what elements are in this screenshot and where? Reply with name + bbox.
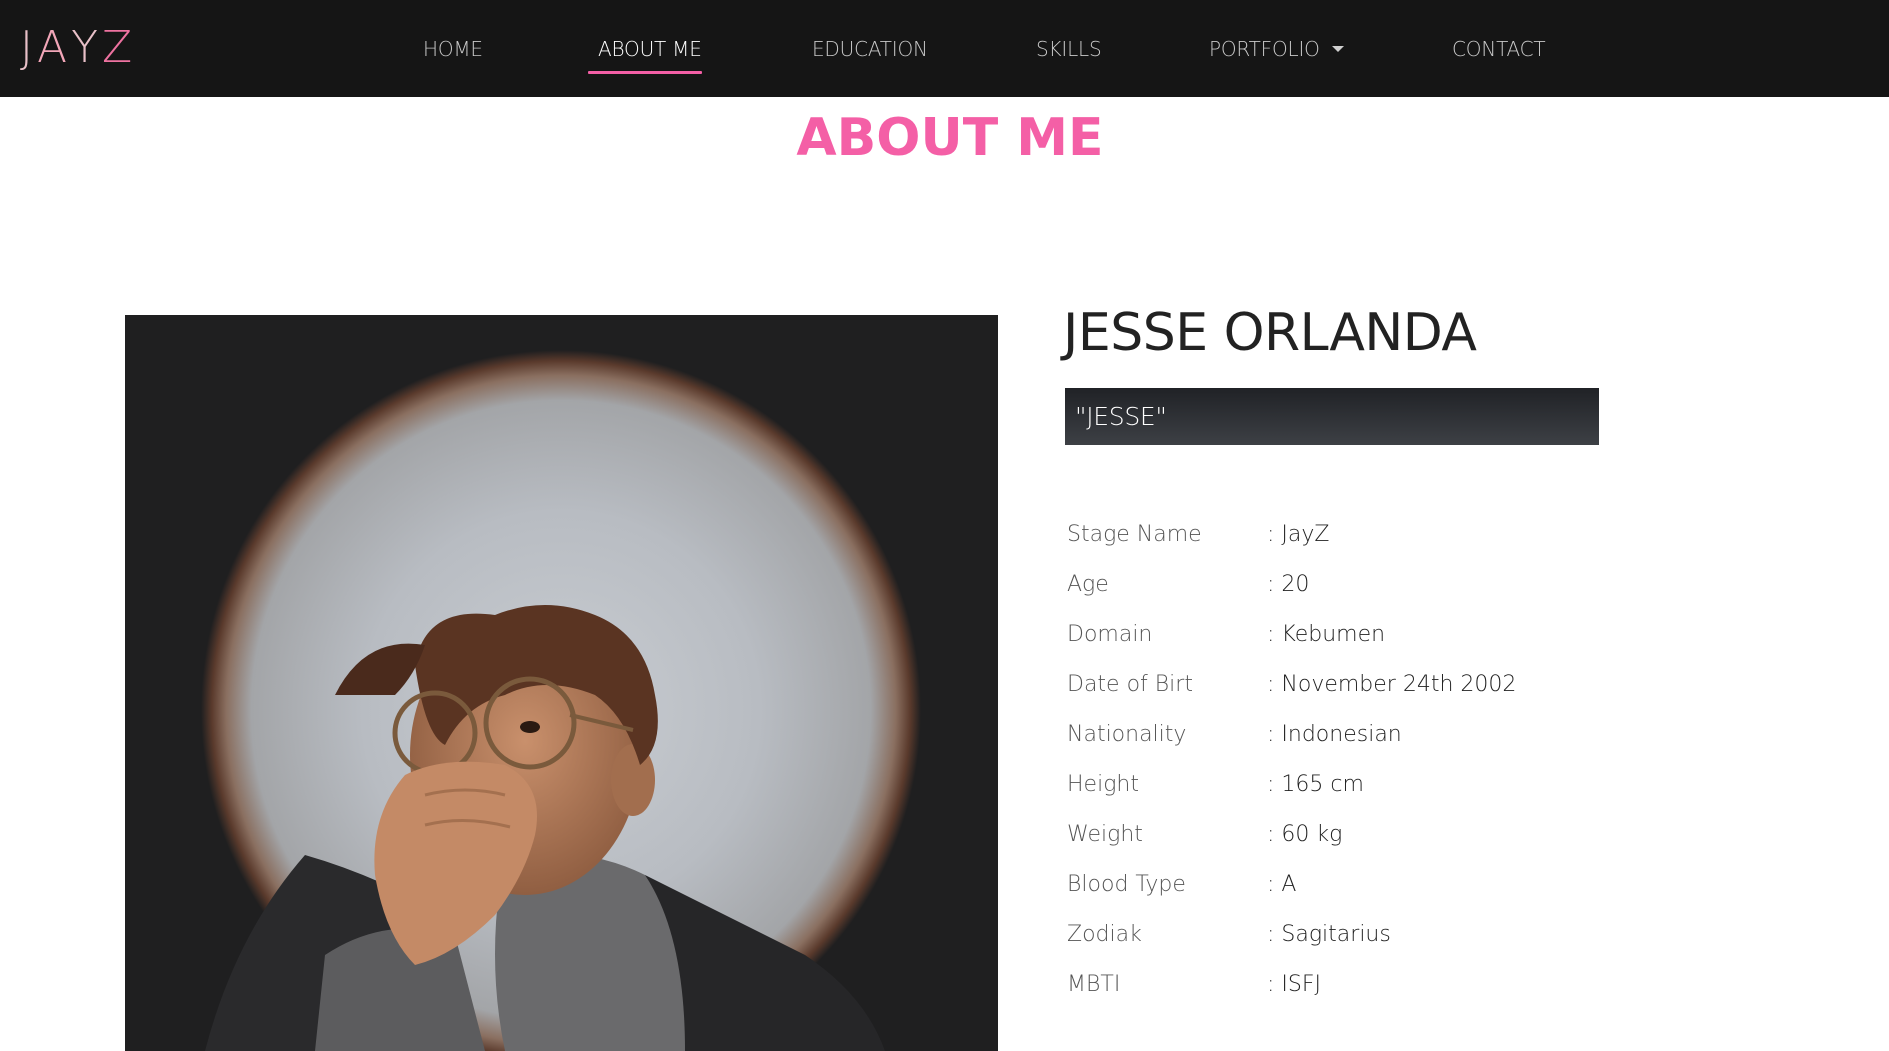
detail-value: : Indonesian bbox=[1267, 721, 1402, 747]
caret-down-icon bbox=[1331, 46, 1344, 52]
detail-value: : Kebumen bbox=[1267, 621, 1386, 647]
logo-letter-y: Y bbox=[71, 21, 100, 73]
brand-logo[interactable]: JAYZ bbox=[20, 21, 135, 73]
detail-row: MBTI : ISFJ bbox=[1067, 964, 1321, 1004]
logo-letter-a: A bbox=[36, 21, 70, 73]
detail-label: Domain bbox=[1067, 621, 1153, 647]
detail-label: Height bbox=[1067, 771, 1139, 797]
nav-skills[interactable]: SKILLS bbox=[1036, 28, 1102, 70]
nav-about-me[interactable]: ABOUT ME bbox=[598, 28, 702, 70]
detail-value: : ISFJ bbox=[1267, 971, 1322, 997]
top-navbar: JAYZ HOME ABOUT ME EDUCATION SKILLS PORT… bbox=[0, 0, 1889, 97]
detail-value: : November 24th 2002 bbox=[1267, 671, 1517, 697]
detail-label: Age bbox=[1067, 571, 1109, 597]
detail-row: Zodiak : Sagitarius bbox=[1067, 914, 1391, 954]
detail-label: Blood Type bbox=[1067, 871, 1186, 897]
nav-portfolio-dropdown[interactable]: PORTFOLIO bbox=[1209, 28, 1344, 70]
detail-row: Nationality : Indonesian bbox=[1067, 714, 1402, 754]
detail-label: Weight bbox=[1067, 821, 1143, 847]
detail-row: Blood Type : A bbox=[1067, 864, 1296, 904]
detail-label: MBTI bbox=[1067, 971, 1121, 997]
nav-home[interactable]: HOME bbox=[423, 28, 483, 70]
nickname-banner: "JESSE" bbox=[1065, 388, 1599, 445]
logo-letter-j: J bbox=[20, 21, 35, 73]
detail-value: : 60 kg bbox=[1267, 821, 1343, 847]
detail-row: Date of Birt : November 24th 2002 bbox=[1067, 664, 1516, 704]
detail-row: Stage Name : JayZ bbox=[1067, 514, 1329, 554]
detail-row: Weight : 60 kg bbox=[1067, 814, 1342, 854]
detail-label: Zodiak bbox=[1067, 921, 1142, 947]
detail-label: Nationality bbox=[1067, 721, 1187, 747]
page-title: ABOUT ME bbox=[796, 108, 1104, 168]
detail-row: Domain : Kebumen bbox=[1067, 614, 1385, 654]
detail-value: : A bbox=[1267, 871, 1297, 897]
detail-value: : JayZ bbox=[1267, 521, 1330, 547]
detail-row: Height : 165 cm bbox=[1067, 764, 1364, 804]
nickname-text: "JESSE" bbox=[1075, 402, 1167, 431]
detail-value: : 20 bbox=[1267, 571, 1310, 597]
detail-value: : Sagitarius bbox=[1267, 921, 1391, 947]
detail-label: Date of Birt bbox=[1067, 671, 1193, 697]
profile-full-name: JESSE ORLANDA bbox=[1063, 303, 1477, 363]
nav-contact[interactable]: CONTACT bbox=[1452, 28, 1546, 70]
detail-label: Stage Name bbox=[1067, 521, 1202, 547]
active-nav-underline bbox=[588, 71, 702, 74]
nav-education[interactable]: EDUCATION bbox=[812, 28, 928, 70]
nav-portfolio-label: PORTFOLIO bbox=[1209, 37, 1320, 61]
logo-letter-z: Z bbox=[101, 21, 135, 73]
detail-value: : 165 cm bbox=[1267, 771, 1364, 797]
detail-row: Age : 20 bbox=[1067, 564, 1309, 604]
profile-photo bbox=[125, 315, 998, 1051]
